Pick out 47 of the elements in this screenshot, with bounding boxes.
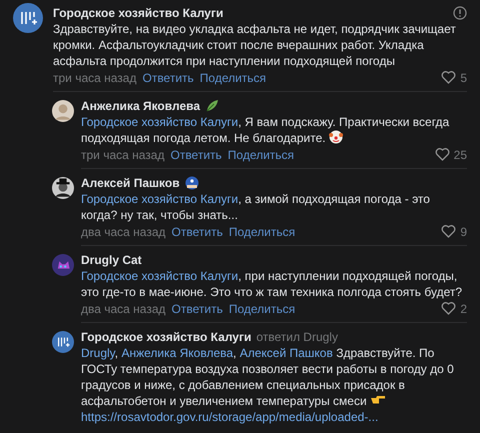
clown-icon — [328, 130, 343, 144]
share-link[interactable]: Поделиться — [228, 302, 296, 316]
heart-icon[interactable] — [441, 302, 456, 315]
author-name[interactable]: Городское хозяйство Калуги — [81, 330, 252, 344]
author-name[interactable]: Drugly Cat — [81, 253, 142, 267]
leaf-icon — [205, 99, 220, 113]
mention-link[interactable]: Алексей Пашков — [240, 346, 333, 360]
avatar-icon[interactable] — [52, 100, 74, 122]
comment-text: Городское хозяйство Калуги, а зимой подходящая погода - это когда? ну так, чтобы знать... — [81, 191, 431, 223]
author-name[interactable]: Городское хозяйство Калуги — [53, 6, 224, 20]
reply-link[interactable]: Ответить — [172, 224, 223, 238]
mention-link[interactable]: Городское хозяйство Калуги — [81, 192, 238, 206]
pointing-hand-icon — [370, 394, 386, 406]
comment-text: Drugly, Анжелика Яковлева, Алексей Пашков Здравствуйте. По ГОСТу температура воздуха позволяет вести работы в погоду до 0 градусов и ниже, с добавлением специальных присадок в асфальтобетон и увеличением температуры смеси https://rosavtodor.gov.ru/storage/app/media/uploaded-... — [81, 345, 455, 425]
reply-link[interactable]: Ответить — [142, 70, 194, 84]
mention-link[interactable]: Drugly — [81, 346, 115, 360]
mention-link[interactable]: Городское хозяйство Калуги — [81, 269, 238, 283]
like-count: 2 — [460, 302, 467, 316]
author-name[interactable]: Алексей Пашков — [81, 176, 180, 190]
url-link[interactable]: https://rosavtodor.gov.ru/storage/app/media/uploaded-... — [81, 410, 378, 424]
comment-time: три часа назад — [81, 148, 164, 162]
mask-icon — [184, 176, 199, 190]
comment-text: Здравствуйте, на видео укладка асфальта не идет, подрядчик зачищает кромки. Асфальтоукладчик стоит после вчерашних работ. Укладка асфальта продолжится при наступлении подходящей погоды — [53, 21, 457, 69]
reply-link[interactable]: Ответить — [170, 148, 222, 162]
avatar-icon[interactable] — [52, 331, 74, 353]
avatar-icon[interactable] — [13, 3, 43, 33]
avatar-icon[interactable] — [52, 177, 74, 199]
report-icon[interactable] — [453, 6, 467, 20]
comment-text: Городское хозяйство Калуги, при наступлении подходящей погоды, это где-то в мае-июне. Это что ж там техника полгода стоять будет? — [81, 268, 464, 300]
mention-link[interactable]: Анжелика Яковлева — [121, 346, 234, 360]
like-count: 9 — [460, 224, 467, 238]
reply-link[interactable]: Ответить — [172, 302, 223, 316]
share-link[interactable]: Поделиться — [228, 224, 296, 238]
comment-text: Городское хозяйство Калуги, Я вам подскажу. Практически всегда подходящая погода летом. Не благодарите. — [81, 114, 450, 146]
comment-time: два часа назад — [81, 302, 166, 316]
share-link[interactable]: Поделиться — [200, 70, 266, 84]
heart-icon[interactable] — [434, 148, 450, 161]
comment-time: три часа назад — [53, 70, 136, 84]
heart-icon[interactable] — [441, 225, 456, 238]
heart-icon[interactable] — [441, 71, 456, 84]
mention-link[interactable]: Городское хозяйство Калуги — [81, 115, 238, 129]
replied-to-label: ответил Drugly — [256, 330, 338, 344]
comment-time: два часа назад — [81, 224, 166, 238]
like-count: 25 — [454, 148, 467, 162]
share-link[interactable]: Поделиться — [228, 148, 294, 162]
like-count: 5 — [460, 70, 467, 84]
author-name[interactable]: Анжелика Яковлева — [81, 99, 200, 113]
